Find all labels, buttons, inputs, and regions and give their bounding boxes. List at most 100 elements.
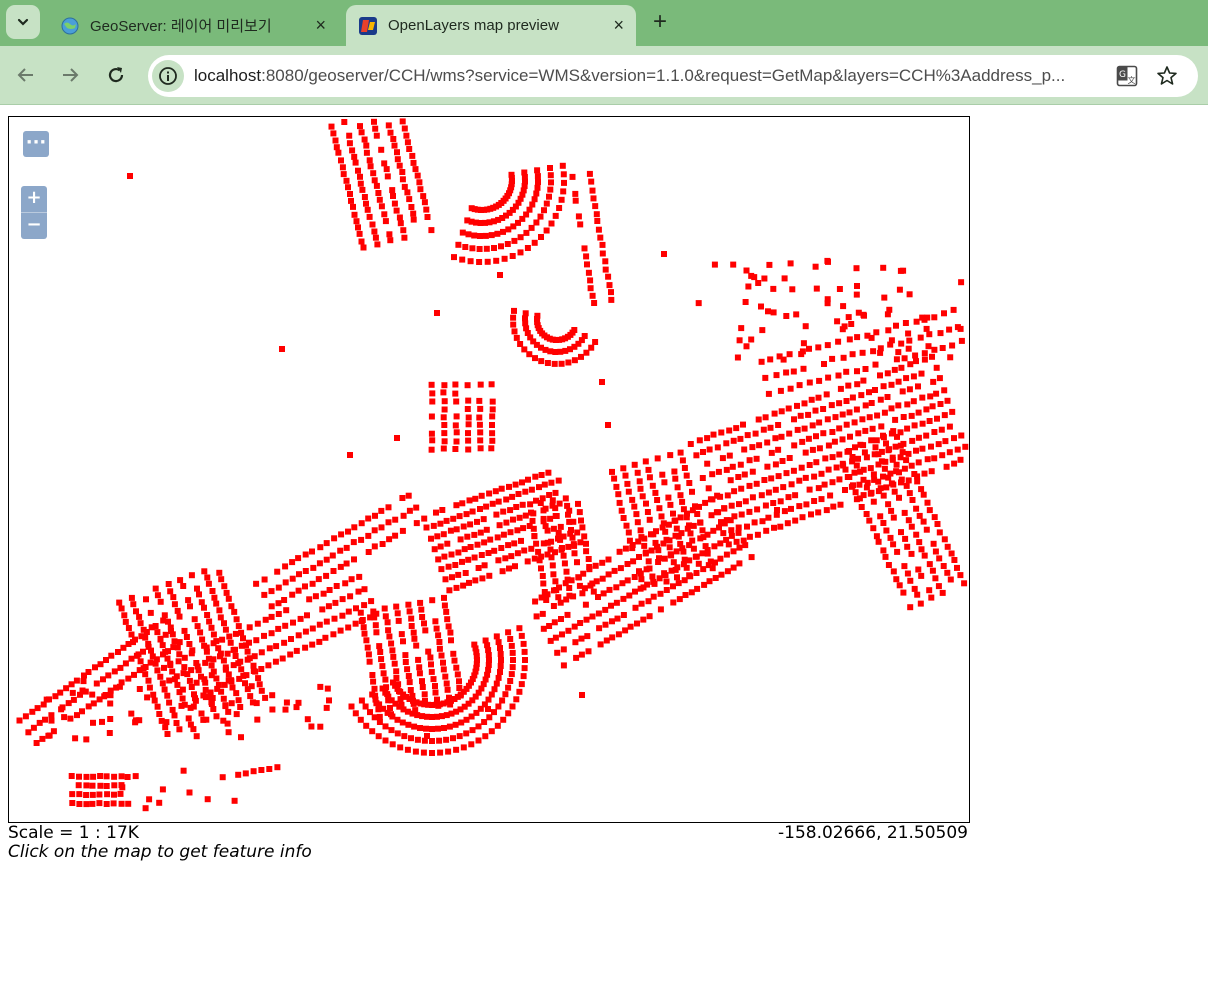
address-bar[interactable]: localhost:8080/geoserver/CCH/wms?service… [148, 55, 1198, 97]
address-point-marker [237, 658, 244, 665]
address-point-marker [237, 704, 244, 710]
url-text[interactable]: localhost:8080/geoserver/CCH/wms?service… [194, 66, 1100, 86]
address-point-marker [873, 329, 880, 336]
map-viewport[interactable]: ··· + − [8, 116, 970, 823]
address-point-marker [452, 562, 459, 568]
address-point-marker [173, 673, 180, 680]
address-point-marker [546, 623, 553, 629]
back-button[interactable] [14, 63, 38, 87]
address-point-marker [931, 514, 938, 521]
tab-openlayers-preview[interactable]: OpenLayers map preview × [346, 5, 636, 46]
address-point-marker [571, 623, 578, 630]
address-point-marker [546, 492, 553, 498]
address-point-marker [778, 408, 785, 415]
address-point-marker [162, 724, 169, 731]
close-tab-button[interactable]: × [315, 15, 326, 35]
address-point-marker [201, 568, 208, 575]
address-point-marker [497, 663, 504, 669]
address-point-marker [637, 527, 644, 534]
address-point-marker [447, 527, 454, 534]
zoom-in-button[interactable]: + [21, 186, 47, 212]
address-point-marker [355, 224, 361, 231]
address-point-marker [608, 602, 614, 609]
address-point-marker [511, 540, 518, 547]
address-point-marker [767, 424, 774, 431]
address-point-marker [539, 573, 546, 579]
tab-search-button[interactable] [6, 5, 40, 39]
new-tab-button[interactable]: + [646, 8, 674, 36]
reload-icon [108, 67, 124, 83]
address-point-marker [672, 475, 679, 482]
address-point-marker [951, 435, 957, 442]
close-tab-button[interactable]: × [613, 15, 624, 35]
address-point-marker [867, 465, 874, 472]
address-point-marker [435, 725, 441, 732]
address-point-marker [289, 575, 296, 582]
address-point-marker [538, 565, 544, 572]
address-point-marker [772, 435, 779, 442]
address-point-marker [585, 556, 592, 562]
address-point-marker [228, 603, 235, 610]
address-point-marker [465, 446, 472, 453]
address-point-marker [907, 577, 914, 584]
address-point-marker [583, 253, 590, 260]
address-point-marker [891, 488, 898, 495]
translate-icon[interactable]: G 文 [1116, 65, 1138, 87]
address-point-marker [862, 402, 869, 409]
layer-switcher-toggle-button[interactable]: ··· [23, 131, 49, 157]
address-point-marker [522, 657, 528, 663]
address-point-marker [800, 340, 807, 347]
address-point-marker [194, 585, 200, 592]
address-point-marker [161, 612, 168, 619]
address-point-marker [808, 396, 815, 403]
address-point-marker [39, 735, 46, 742]
address-point-marker [175, 658, 182, 665]
address-point-marker [512, 563, 518, 570]
address-point-marker [400, 512, 407, 519]
zoom-out-button[interactable]: − [21, 212, 47, 239]
address-point-marker [99, 718, 105, 725]
site-info-button[interactable] [152, 60, 184, 92]
address-point-marker [852, 444, 858, 451]
address-point-marker [111, 668, 118, 675]
address-point-marker [764, 463, 771, 470]
address-point-marker [552, 513, 559, 519]
address-point-marker [368, 598, 375, 605]
address-point-marker [859, 349, 866, 356]
address-point-marker [323, 572, 330, 579]
address-point-marker [345, 608, 352, 615]
address-point-marker [910, 373, 917, 380]
address-point-marker [486, 714, 493, 721]
address-point-marker [281, 639, 288, 646]
address-point-marker [242, 770, 249, 777]
address-point-marker [505, 629, 512, 636]
address-point-marker [831, 438, 838, 445]
forward-button[interactable] [58, 63, 82, 87]
reload-button[interactable] [104, 63, 128, 87]
address-point-marker [391, 660, 398, 667]
address-point-marker [389, 187, 396, 194]
address-point-marker [444, 616, 451, 623]
address-point-marker [101, 693, 108, 700]
address-point-marker [908, 462, 915, 469]
address-point-marker [68, 773, 75, 779]
address-point-marker [738, 485, 745, 492]
address-point-marker [560, 188, 567, 195]
address-point-marker [868, 334, 875, 341]
address-point-marker [46, 732, 53, 739]
address-point-marker [117, 664, 124, 671]
address-point-marker [333, 144, 340, 151]
address-point-marker [421, 199, 428, 206]
address-point-marker [302, 628, 309, 635]
address-point-marker [441, 422, 448, 428]
address-point-marker [513, 504, 520, 510]
bookmark-star-icon[interactable] [1156, 65, 1178, 87]
address-point-marker [495, 674, 502, 681]
address-point-marker [816, 419, 823, 426]
address-point-marker [438, 566, 445, 573]
address-point-marker [375, 733, 382, 740]
address-point-marker [875, 451, 882, 458]
address-point-marker [530, 525, 537, 532]
tab-geoserver-preview[interactable]: GeoServer: 레이어 미리보기 × [48, 5, 338, 46]
address-point-marker [897, 442, 904, 449]
